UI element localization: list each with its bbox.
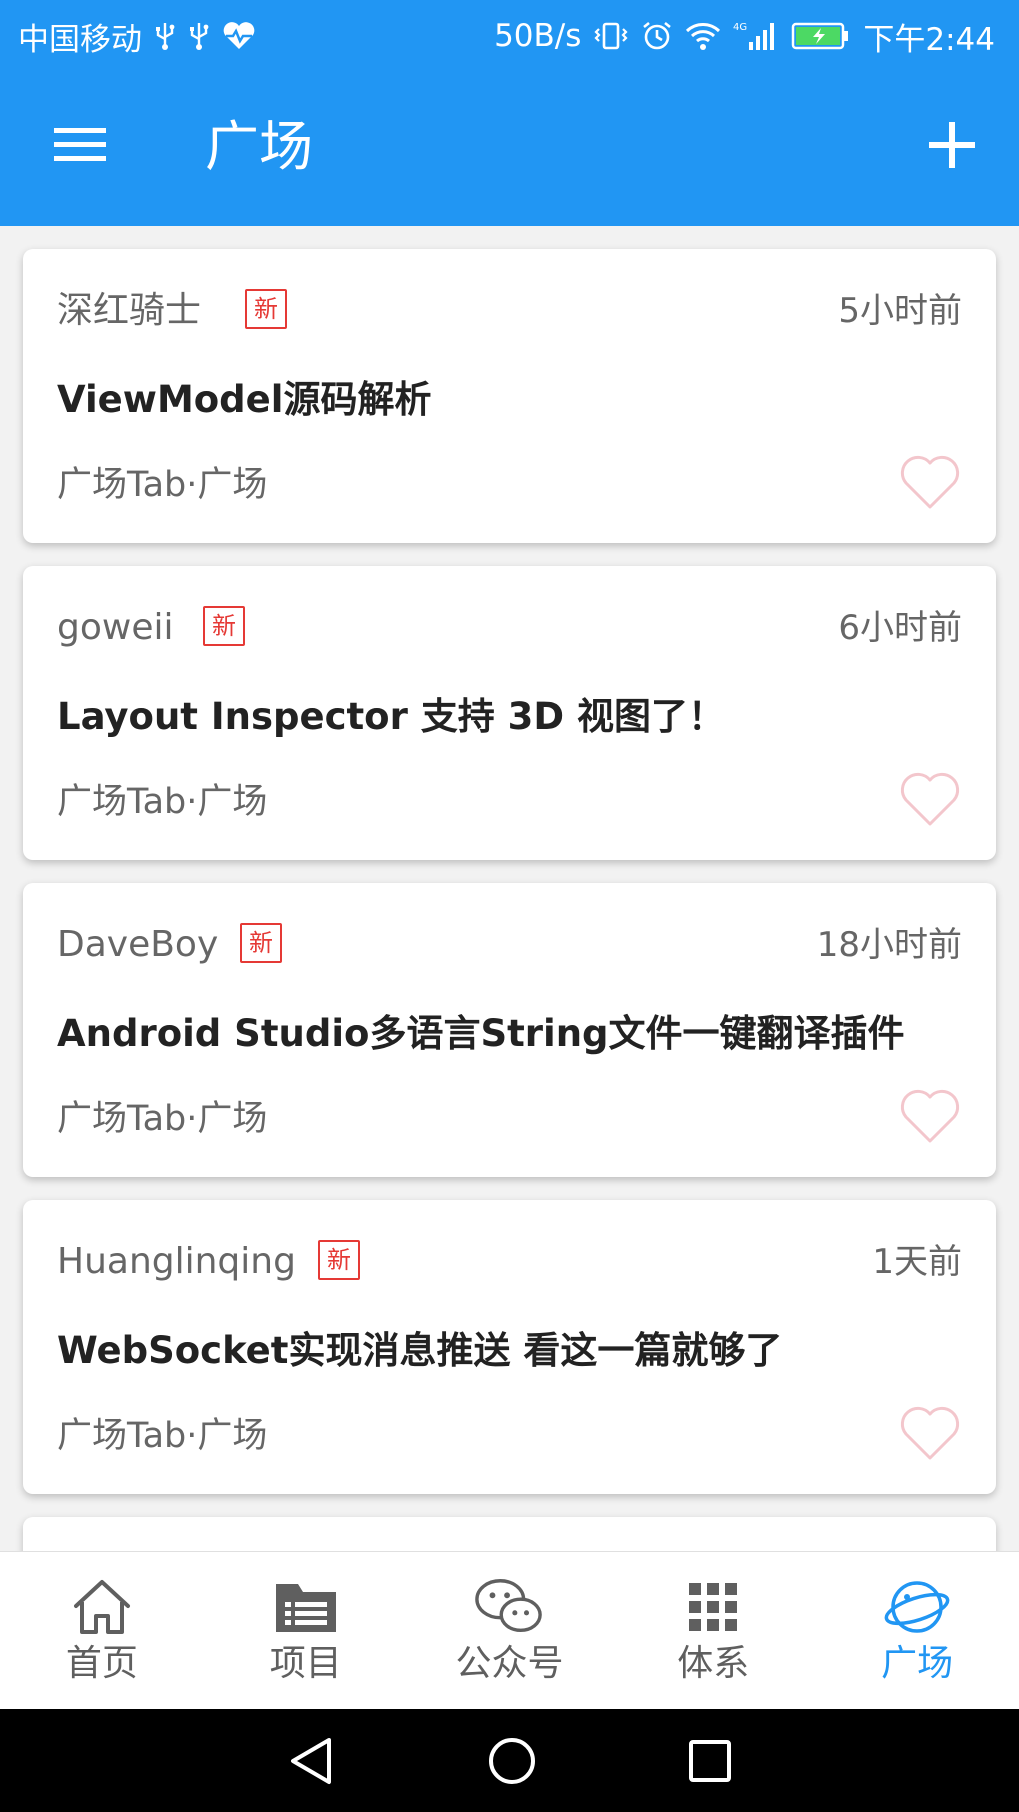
usb-icon bbox=[154, 21, 176, 51]
article-title[interactable]: Layout Inspector 支持 3D 视图了！ bbox=[57, 694, 962, 740]
heart-monitor-icon bbox=[222, 21, 256, 51]
network-type-label: 4G bbox=[733, 22, 747, 33]
page-title: 广场 bbox=[205, 115, 313, 178]
article-category[interactable]: 广场Tab·广场 bbox=[57, 463, 267, 507]
nav-label: 项目 bbox=[269, 1643, 342, 1684]
wechat-icon bbox=[474, 1576, 544, 1638]
article-category[interactable]: 广场Tab·广场 bbox=[57, 1414, 267, 1458]
new-badge: 新 bbox=[245, 289, 287, 329]
usb-icon bbox=[188, 21, 210, 51]
nav-item-square[interactable]: 广场 bbox=[815, 1552, 1019, 1709]
article-title[interactable]: WebSocket实现消息推送 看这一篇就够了 bbox=[57, 1328, 962, 1374]
nav-label: 广场 bbox=[881, 1643, 954, 1684]
nav-label: 体系 bbox=[677, 1643, 750, 1684]
vibrate-icon bbox=[593, 21, 629, 51]
article-title[interactable]: Android Studio多语言String文件一键翻译插件 bbox=[57, 1011, 962, 1057]
article-time: 6小时前 bbox=[838, 608, 962, 648]
wifi-icon bbox=[685, 21, 721, 51]
grid-icon bbox=[678, 1576, 748, 1638]
article-title[interactable]: ViewModel源码解析 bbox=[57, 377, 962, 423]
nav-label: 首页 bbox=[65, 1643, 138, 1684]
article-time: 5小时前 bbox=[838, 291, 962, 331]
menu-icon bbox=[54, 128, 106, 161]
heart-icon[interactable] bbox=[898, 1404, 962, 1462]
heart-icon[interactable] bbox=[898, 770, 962, 828]
heart-icon[interactable] bbox=[898, 1087, 962, 1145]
article-author[interactable]: Huanglinqing bbox=[57, 1240, 296, 1284]
signal-icon: 4G bbox=[733, 20, 779, 52]
clock: 下午2:44 bbox=[863, 21, 995, 58]
article-time: 18小时前 bbox=[816, 925, 962, 965]
alarm-icon bbox=[641, 20, 673, 52]
planet-icon bbox=[882, 1576, 952, 1638]
bottom-nav: 首页 项目 公众号 体系 广场 bbox=[0, 1551, 1019, 1709]
system-nav-bar bbox=[0, 1709, 1019, 1812]
status-bar: 中国移动 50B/s 4G 下午2:44 bbox=[0, 0, 1019, 72]
nav-item-system[interactable]: 体系 bbox=[611, 1552, 815, 1709]
new-badge: 新 bbox=[203, 606, 245, 646]
new-badge: 新 bbox=[318, 1240, 360, 1280]
app-bar: 广场 bbox=[0, 72, 1019, 226]
home-button-icon[interactable] bbox=[487, 1736, 537, 1786]
menu-button[interactable] bbox=[40, 114, 120, 176]
screen: 中国移动 50B/s 4G 下午2:44 广场 深红骑士 新 5小时前 View… bbox=[0, 0, 1019, 1812]
article-author[interactable]: goweii bbox=[57, 606, 173, 650]
article-category[interactable]: 广场Tab·广场 bbox=[57, 780, 267, 824]
carrier-name: 中国移动 bbox=[18, 21, 142, 58]
status-bar-right: 50B/s 4G 下午2:44 bbox=[494, 14, 995, 59]
article-card-partial[interactable] bbox=[23, 1517, 996, 1551]
status-bar-left: 中国移动 bbox=[18, 14, 256, 59]
article-author[interactable]: DaveBoy bbox=[57, 923, 218, 967]
plus-icon bbox=[929, 122, 975, 168]
network-speed: 50B/s bbox=[494, 18, 582, 54]
article-category[interactable]: 广场Tab·广场 bbox=[57, 1097, 267, 1141]
article-time: 1天前 bbox=[872, 1242, 962, 1282]
nav-item-project[interactable]: 项目 bbox=[204, 1552, 408, 1709]
heart-icon[interactable] bbox=[898, 453, 962, 511]
project-list-icon bbox=[271, 1576, 341, 1638]
article-card[interactable]: DaveBoy 新 18小时前 Android Studio多语言String文… bbox=[23, 883, 996, 1177]
recents-icon[interactable] bbox=[687, 1738, 733, 1784]
home-icon bbox=[67, 1576, 137, 1638]
article-card[interactable]: goweii 新 6小时前 Layout Inspector 支持 3D 视图了… bbox=[23, 566, 996, 860]
back-icon[interactable] bbox=[287, 1736, 337, 1786]
article-card[interactable]: 深红骑士 新 5小时前 ViewModel源码解析 广场Tab·广场 bbox=[23, 249, 996, 543]
nav-item-wechat[interactable]: 公众号 bbox=[408, 1552, 612, 1709]
battery-icon bbox=[791, 21, 851, 51]
nav-item-home[interactable]: 首页 bbox=[0, 1552, 204, 1709]
article-list[interactable]: 深红骑士 新 5小时前 ViewModel源码解析 广场Tab·广场 gowei… bbox=[0, 226, 1019, 1551]
article-card[interactable]: Huanglinqing 新 1天前 WebSocket实现消息推送 看这一篇就… bbox=[23, 1200, 996, 1494]
add-button[interactable] bbox=[915, 108, 989, 182]
article-author[interactable]: 深红骑士 bbox=[57, 289, 201, 333]
nav-label: 公众号 bbox=[455, 1643, 564, 1684]
new-badge: 新 bbox=[240, 923, 282, 963]
